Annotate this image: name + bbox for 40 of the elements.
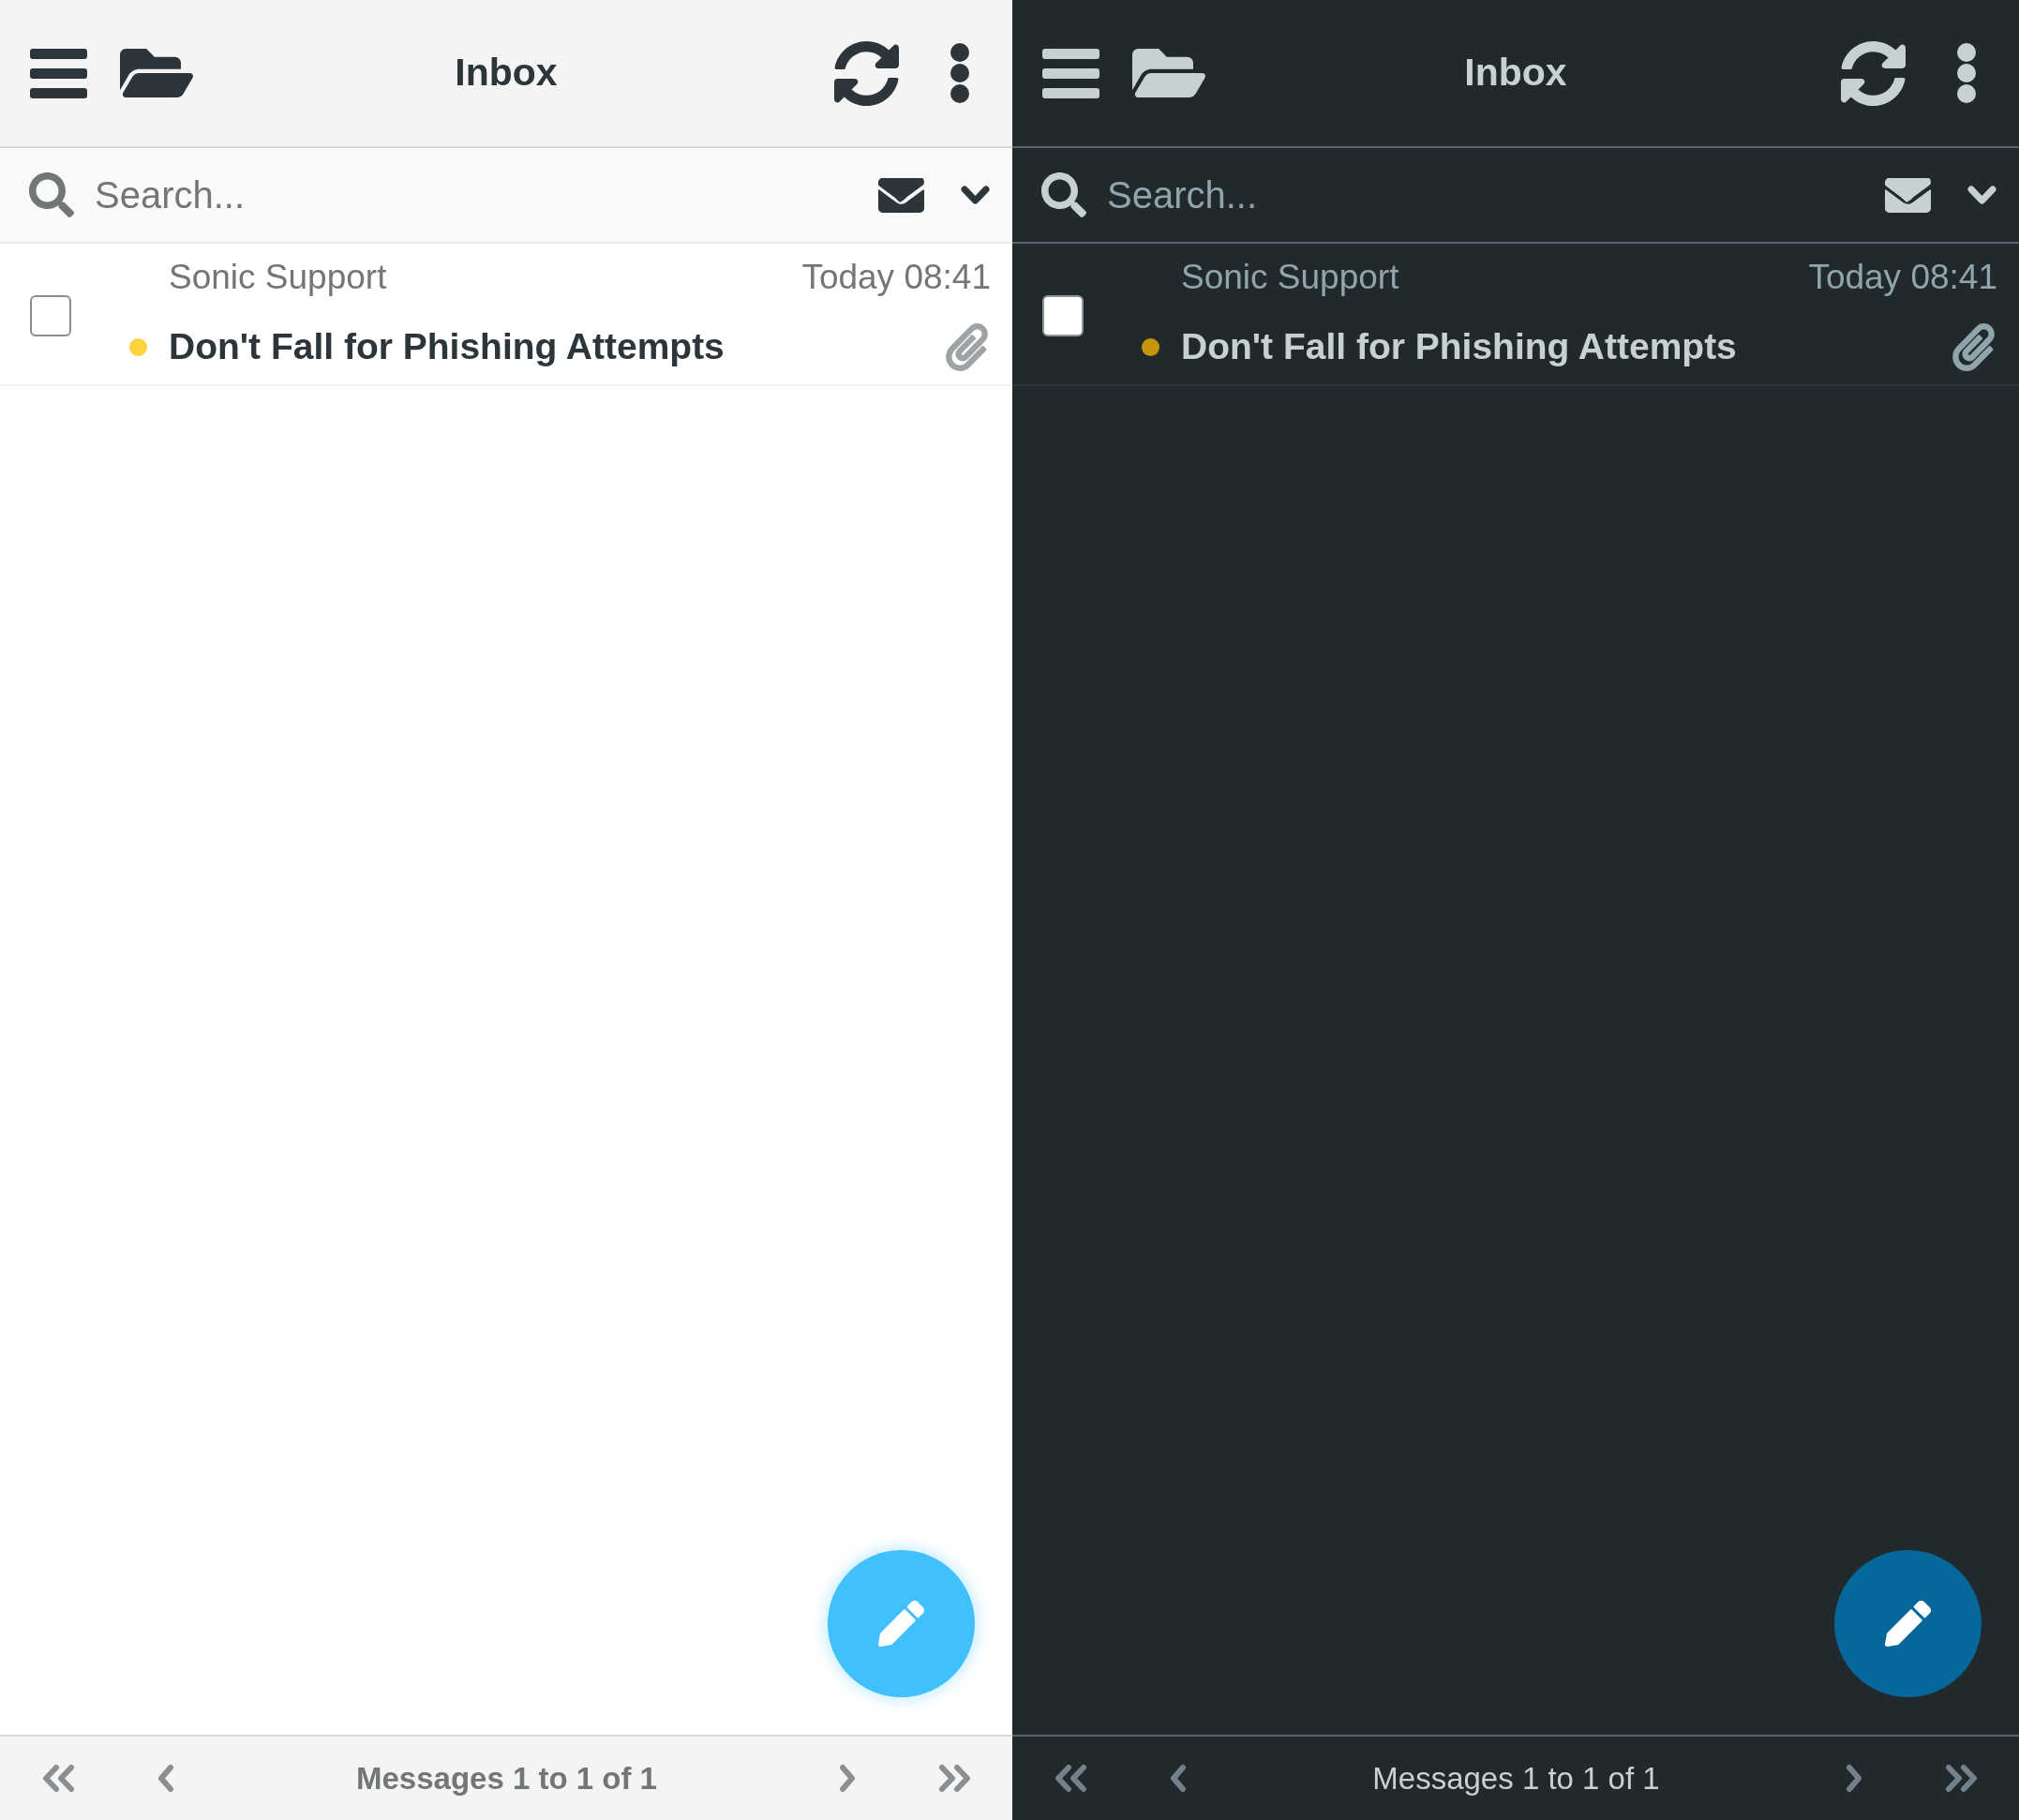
menu-icon[interactable] [30, 48, 87, 98]
message-subject: Don't Fall for Phishing Attempts [169, 324, 725, 368]
search-icon[interactable] [1041, 172, 1086, 217]
message-subject: Don't Fall for Phishing Attempts [1181, 324, 1737, 368]
search-field[interactable]: Search... [95, 171, 865, 219]
folder-icon[interactable] [1132, 49, 1205, 97]
message-row[interactable]: Sonic Support Today 08:41 Don't Fall for Phishing Attempts [0, 244, 1012, 386]
refresh-icon[interactable] [834, 40, 899, 106]
chevron-left-icon[interactable] [1169, 1764, 1188, 1793]
message-count: Messages 1 to 1 of 1 [1372, 1759, 1660, 1798]
double-chevron-left-icon[interactable] [40, 1764, 76, 1793]
checkbox[interactable] [30, 295, 71, 336]
header-title: Inbox [455, 50, 558, 97]
message-row[interactable]: Sonic Support Today 08:41 Don't Fall for Phishing Attempts [1012, 244, 2019, 386]
folder-icon[interactable] [120, 49, 193, 97]
double-chevron-left-icon[interactable] [1053, 1764, 1088, 1793]
message-date: Today 08:41 [1808, 256, 1997, 298]
message-count: Messages 1 to 1 of 1 [356, 1759, 657, 1798]
header-title: Inbox [1464, 50, 1567, 97]
message-sender: Sonic Support [169, 256, 387, 298]
double-chevron-right-icon[interactable] [1944, 1764, 1980, 1793]
message-sender: Sonic Support [1181, 256, 1399, 298]
more-icon[interactable] [1957, 43, 1976, 103]
message-date: Today 08:41 [801, 256, 991, 298]
chevron-right-icon[interactable] [838, 1764, 857, 1793]
search-field[interactable]: Search... [1107, 171, 1872, 219]
refresh-icon[interactable] [1841, 40, 1906, 106]
menu-icon[interactable] [1042, 48, 1099, 98]
envelope-icon[interactable] [1885, 177, 1931, 213]
chevron-left-icon[interactable] [157, 1764, 175, 1793]
more-icon[interactable] [950, 43, 969, 103]
chevron-down-icon[interactable] [1967, 185, 1997, 205]
pencil-icon [878, 1601, 924, 1647]
search-icon[interactable] [29, 172, 74, 217]
chevron-right-icon[interactable] [1845, 1764, 1863, 1793]
envelope-icon[interactable] [878, 177, 924, 213]
chevron-down-icon[interactable] [961, 185, 990, 205]
pencil-icon [1885, 1601, 1931, 1647]
checkbox[interactable] [1042, 295, 1084, 336]
double-chevron-right-icon[interactable] [937, 1764, 973, 1793]
